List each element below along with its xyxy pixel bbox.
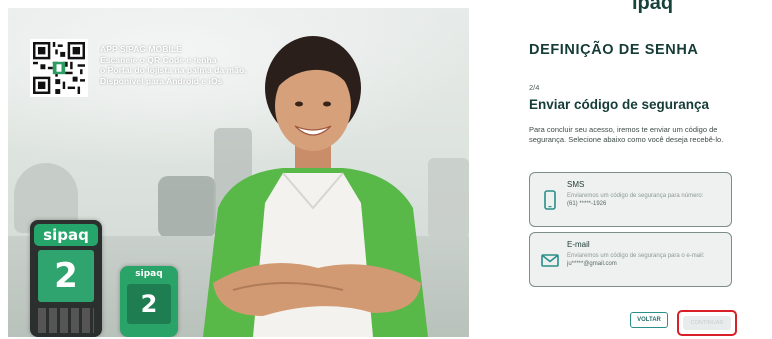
qr-code bbox=[30, 39, 88, 97]
terminal-logo-digit: 2 bbox=[54, 256, 78, 296]
instructions-text: Para concluir seu acesso, iremos te envi… bbox=[529, 125, 724, 144]
option-email[interactable]: E-mail Enviaremos um código de segurança… bbox=[529, 232, 732, 287]
back-button[interactable]: VOLTAR bbox=[630, 312, 668, 328]
terminal-brand: sipaq bbox=[43, 226, 89, 244]
continue-button-label: CONTINUAR bbox=[683, 316, 731, 330]
qr-code-icon bbox=[33, 42, 85, 94]
payment-terminal: sipaq 2 bbox=[30, 220, 102, 337]
option-email-label: E-mail bbox=[567, 240, 590, 249]
woman-illustration bbox=[203, 36, 428, 337]
page-title: DEFINIÇÃO DE SENHA bbox=[529, 42, 699, 58]
step-indicator: 2/4 bbox=[529, 83, 540, 92]
section-subtitle: Enviar código de segurança bbox=[529, 97, 710, 112]
phone-icon bbox=[544, 190, 556, 210]
small-payment-terminal: sipaq 2 bbox=[120, 266, 178, 337]
option-sms-value: (61) *****-1926 bbox=[567, 201, 607, 207]
continue-button[interactable]: CONTINUAR bbox=[677, 310, 737, 336]
mail-icon bbox=[541, 254, 559, 267]
terminal-keypad bbox=[38, 308, 94, 333]
header-logo-fragment: ipaq bbox=[632, 0, 674, 14]
promo-banner: APP SIPAG MOBILE Escaneie o QR Code e te… bbox=[8, 8, 469, 337]
option-sms-text: Enviaremos um código de segurança para n… bbox=[567, 193, 704, 199]
small-terminal-logo-digit: 2 bbox=[140, 290, 158, 318]
option-email-value: ju*****@gmail.com bbox=[567, 261, 617, 267]
small-terminal-brand: sipaq bbox=[135, 269, 163, 279]
option-sms-label: SMS bbox=[567, 180, 585, 189]
option-sms[interactable]: SMS Enviaremos um código de segurança pa… bbox=[529, 172, 732, 227]
option-email-text: Enviaremos um código de segurança para o… bbox=[567, 253, 705, 259]
